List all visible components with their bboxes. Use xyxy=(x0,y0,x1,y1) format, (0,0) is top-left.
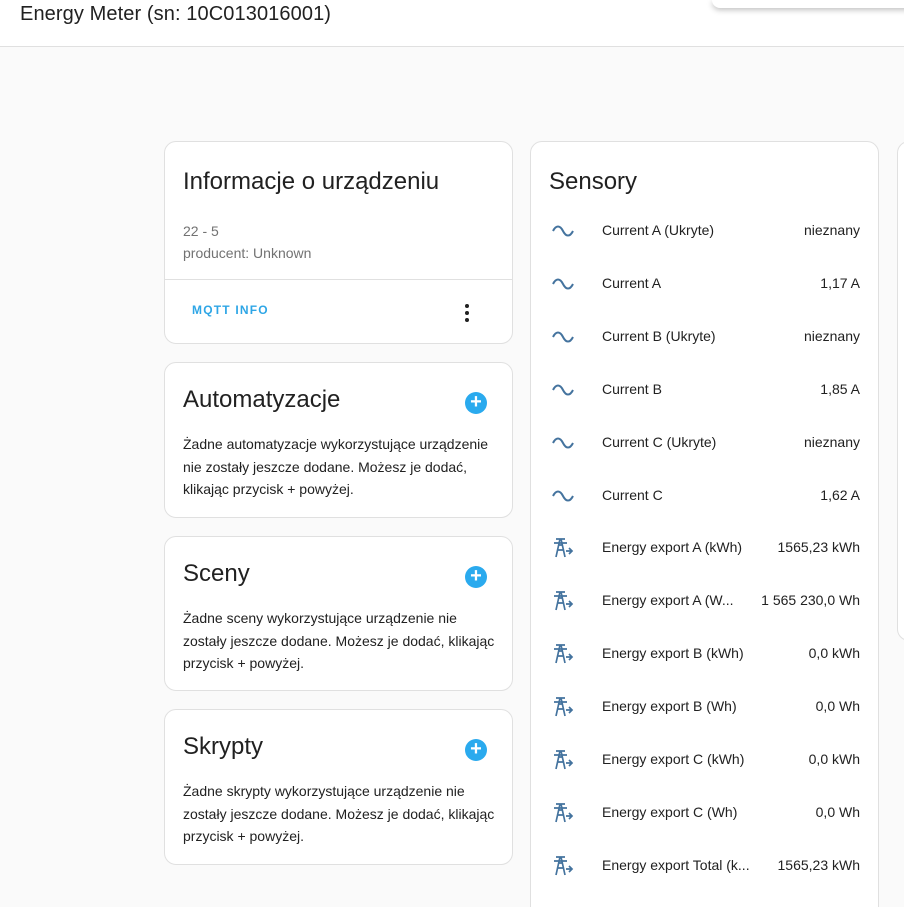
sensors-title: Sensory xyxy=(549,168,638,195)
sensor-name: Current B (Ukryte) xyxy=(602,327,716,344)
sensor-name: Current B xyxy=(602,380,662,397)
transmission-tower-export-icon xyxy=(551,695,575,719)
sensor-row[interactable]: Current C (Ukryte) nieznany xyxy=(531,423,878,463)
page-title: Energy Meter (sn: 10C013016001) xyxy=(20,3,332,25)
sensor-name: Current A xyxy=(602,274,662,291)
automations-title: Automatyzacje xyxy=(183,386,341,413)
device-manufacturer: producent: Unknown xyxy=(183,245,312,261)
sensor-value: 1,17 A xyxy=(820,274,860,291)
sensor-value: 1565,23 kWh xyxy=(777,539,861,556)
sensor-value: 1 565 230,0 Wh xyxy=(761,592,860,609)
sensor-row[interactable]: Current C 1,62 A xyxy=(531,476,878,516)
more-options-icon[interactable] xyxy=(459,302,475,324)
sensor-row[interactable]: Energy export C (kWh) 0,0 kWh xyxy=(531,740,878,780)
sensor-name: Energy export B (Wh) xyxy=(602,698,737,715)
scenes-card: Sceny + Żadne sceny wykorzystujące urząd… xyxy=(164,536,513,691)
sine-wave-icon xyxy=(551,219,575,243)
device-meta: 22 - 5 producent: Unknown xyxy=(183,220,311,264)
sine-wave-icon xyxy=(551,325,575,349)
automations-card: Automatyzacje + Żadne automatyzacje wyko… xyxy=(164,362,513,518)
transmission-tower-export-icon xyxy=(551,801,575,825)
add-automation-icon[interactable]: + xyxy=(465,392,487,414)
transmission-tower-export-icon xyxy=(551,854,575,878)
sensor-value: 1,62 A xyxy=(820,486,860,503)
sensor-row[interactable]: Current B 1,85 A xyxy=(531,370,878,410)
sensor-value: 1565,23 kWh xyxy=(777,856,861,873)
add-scene-icon[interactable]: + xyxy=(465,566,487,588)
sensor-value: nieznany xyxy=(803,327,860,344)
scenes-title: Sceny xyxy=(183,560,250,587)
sensor-value: 1,85 A xyxy=(820,380,860,397)
sine-wave-icon xyxy=(551,484,575,508)
device-model: 22 - 5 xyxy=(183,223,219,239)
sensor-name: Energy export C (kWh) xyxy=(602,751,745,767)
sensor-value: 0,0 Wh xyxy=(815,698,860,715)
sensor-name: Current C (Ukryte) xyxy=(602,433,717,450)
sensor-value: 0,0 kWh xyxy=(808,645,860,662)
next-card-edge xyxy=(897,141,904,641)
transmission-tower-export-icon xyxy=(551,642,575,666)
device-info-card: Informacje o urządzeniu 22 - 5 producent… xyxy=(164,141,513,344)
scripts-title: Skrypty xyxy=(183,733,264,760)
device-info-title: Informacje o urządzeniu xyxy=(183,168,440,195)
sensor-row[interactable]: Energy export B (Wh) 0,0 Wh xyxy=(531,687,878,727)
sensor-value: nieznany xyxy=(803,433,860,450)
card-divider xyxy=(165,279,512,280)
sensor-name: Energy export Total (k... xyxy=(602,856,750,873)
sensor-value: 0,0 kWh xyxy=(808,751,860,767)
scripts-description: Żadne skrypty wykorzystujące urządzenie … xyxy=(183,783,495,844)
sine-wave-icon xyxy=(551,272,575,296)
sine-wave-icon xyxy=(551,378,575,402)
sensor-row[interactable]: Energy export B (kWh) 0,0 kWh xyxy=(531,634,878,674)
scenes-description: Żadne sceny wykorzystujące urządzenie ni… xyxy=(183,610,495,671)
sensor-name: Energy export B (kWh) xyxy=(602,645,744,662)
sensor-row[interactable]: Energy export C (Wh) 0,0 Wh xyxy=(531,793,878,833)
sensor-value: nieznany xyxy=(803,222,860,238)
sensor-name: Energy export A (kWh) xyxy=(602,539,743,556)
mqtt-info-button[interactable]: MQTT INFO xyxy=(183,299,278,321)
sensor-row[interactable]: Energy export Total (k... 1565,23 kWh xyxy=(531,846,878,886)
sensors-card: Sensory Current A (Ukryte) nieznany Curren… xyxy=(530,141,879,907)
scripts-card: Skrypty + Żadne skrypty wykorzystujące u… xyxy=(164,709,513,865)
sensor-row[interactable]: Current A 1,17 A xyxy=(531,264,878,304)
sine-wave-icon xyxy=(551,431,575,455)
transmission-tower-export-icon xyxy=(551,748,575,772)
sensor-name: Current A (Ukryte) xyxy=(602,222,715,238)
automations-description: Żadne automatyzacje wykorzystujące urząd… xyxy=(183,436,489,497)
add-script-icon[interactable]: + xyxy=(465,739,487,761)
sensor-row[interactable]: Energy export A (kWh) 1565,23 kWh xyxy=(531,528,878,568)
sensor-name: Current C xyxy=(602,486,663,503)
sensor-row[interactable]: Energy export A (W... 1 565 230,0 Wh xyxy=(531,581,878,621)
transmission-tower-export-icon xyxy=(551,536,575,560)
sensor-name: Energy export A (W... xyxy=(602,592,734,609)
top-app-bar: Energy Meter (sn: 10C013016001) xyxy=(0,0,904,47)
sensor-name: Energy export C (Wh) xyxy=(602,803,738,820)
overlay-edge xyxy=(712,0,904,8)
sensor-row[interactable]: Current B (Ukryte) nieznany xyxy=(531,317,878,357)
transmission-tower-export-icon xyxy=(551,589,575,613)
sensor-value: 0,0 Wh xyxy=(815,803,860,820)
sensor-row[interactable]: Current A (Ukryte) nieznany xyxy=(531,211,878,251)
